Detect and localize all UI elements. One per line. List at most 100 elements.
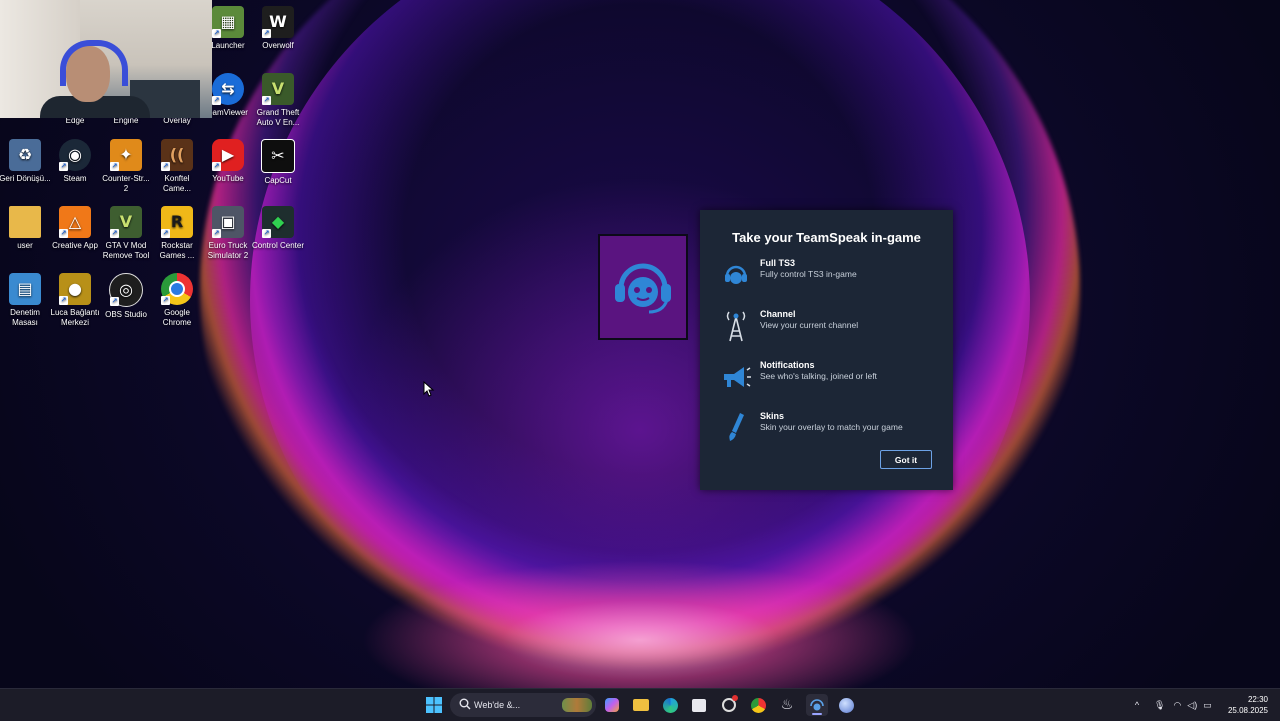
got-it-button[interactable]: Got it bbox=[880, 450, 932, 469]
icon-label: Overwolf bbox=[262, 41, 294, 50]
microphone-icon[interactable]: 🎙 bbox=[1154, 700, 1165, 711]
desktop-icon-overwolf[interactable]: W ↗ Overwolf bbox=[251, 6, 305, 51]
steam-icon: ◉ ↗ bbox=[59, 139, 91, 171]
desktop-icon-rockstar[interactable]: R ↗ Rockstar Games ... bbox=[150, 206, 204, 261]
search-placeholder: Web'de &... bbox=[474, 700, 521, 710]
teamspeak-overlay-logo bbox=[598, 234, 688, 340]
icon-label: Grand Theft Auto V En... bbox=[256, 108, 300, 127]
feature-title: Channel bbox=[760, 309, 796, 319]
system-tray: ^ 🎙 ◠ ◁) ▭ bbox=[1130, 689, 1212, 721]
desktop-icon-control-panel[interactable]: ▤ Denetim Masası bbox=[0, 273, 52, 328]
taskbar-clock[interactable]: 22:30 25.08.2025 bbox=[1228, 694, 1268, 716]
icon-label: Luca Bağlantı Merkezi bbox=[50, 308, 100, 327]
chrome-icon bbox=[750, 697, 766, 713]
globe-icon bbox=[838, 697, 854, 713]
desktop-icon-gta-v[interactable]: V ↗ Grand Theft Auto V En... bbox=[251, 73, 305, 128]
icon-label: Geri Dönüşü... bbox=[0, 174, 51, 183]
start-button[interactable] bbox=[423, 694, 445, 716]
radio-tower-icon bbox=[720, 308, 752, 344]
paintbrush-icon bbox=[720, 410, 752, 446]
battery-icon[interactable]: ▭ bbox=[1203, 700, 1212, 711]
taskbar-store[interactable] bbox=[688, 694, 710, 716]
chevron-up-icon[interactable]: ^ bbox=[1130, 700, 1144, 710]
clock-time: 22:30 bbox=[1247, 695, 1268, 704]
control-panel-icon: ▤ bbox=[9, 273, 41, 305]
teamspeak-icon bbox=[810, 699, 824, 711]
feature-skins: Skins Skin your overlay to match your ga… bbox=[720, 410, 940, 450]
feature-description: View your current channel bbox=[760, 320, 859, 330]
icon-label: Counter-Str... 2 bbox=[102, 174, 150, 193]
desktop-icon-luca[interactable]: ● ↗ Luca Bağlantı Merkezi bbox=[48, 273, 102, 328]
desktop-icon-google-chrome[interactable]: ↗ Google Chrome bbox=[150, 273, 204, 328]
icon-label: GTA V Mod Remove Tool bbox=[102, 241, 150, 260]
gta-mod-tool-icon: V ↗ bbox=[110, 206, 142, 238]
icon-label: Control Center bbox=[251, 241, 305, 250]
taskbar-app-globe[interactable] bbox=[835, 694, 857, 716]
counter-strike-icon: ✦ ↗ bbox=[110, 139, 142, 171]
desktop-icon-youtube[interactable]: ▶ ↗ YouTube bbox=[201, 139, 255, 184]
search-highlight-image bbox=[562, 698, 592, 712]
icon-label: Euro Truck Simulator 2 bbox=[207, 241, 249, 260]
steam-icon: ♨ bbox=[780, 697, 794, 713]
webcam-overlay bbox=[0, 0, 212, 118]
desktop-icon-recycle-bin[interactable]: ♻ Geri Dönüşü... bbox=[0, 139, 52, 184]
popup-title: Take your TeamSpeak in-game bbox=[732, 230, 921, 245]
icon-label: Steam bbox=[63, 174, 87, 183]
gta-v-icon: V ↗ bbox=[262, 73, 294, 105]
taskbar-chrome[interactable] bbox=[747, 694, 769, 716]
desktop-icon-obs-studio[interactable]: ◎ ↗ OBS Studio bbox=[99, 273, 153, 320]
feature-title: Notifications bbox=[760, 360, 815, 370]
headset-icon bbox=[720, 257, 752, 293]
taskbar-search[interactable]: Web'de &... bbox=[450, 693, 596, 717]
teamspeak-ingame-popup: Take your TeamSpeak in-game Full TS3 Ful… bbox=[700, 210, 953, 490]
obs-studio-icon: ◎ ↗ bbox=[109, 273, 143, 307]
edge-icon bbox=[662, 697, 678, 713]
feature-full-ts3: Full TS3 Fully control TS3 in-game bbox=[720, 257, 940, 297]
icon-label: Denetim Masası bbox=[10, 308, 40, 327]
taskbar-steam[interactable]: ♨ bbox=[776, 694, 798, 716]
desktop-icon-user-folder[interactable]: user bbox=[0, 206, 52, 251]
teamspeak-headset-icon bbox=[615, 263, 671, 314]
active-indicator bbox=[812, 713, 822, 715]
feature-channel: Channel View your current channel bbox=[720, 308, 940, 348]
chrome-icon: ↗ bbox=[161, 273, 193, 305]
copilot-icon bbox=[605, 698, 619, 712]
feature-description: Skin your overlay to match your game bbox=[760, 422, 903, 432]
taskbar-teamspeak[interactable] bbox=[806, 694, 828, 716]
konftel-icon: ((↗ bbox=[161, 139, 193, 171]
taskbar-app-notification[interactable] bbox=[718, 694, 740, 716]
recycle-bin-icon: ♻ bbox=[9, 139, 41, 171]
icon-label: user bbox=[17, 241, 33, 250]
launcher-icon: ▦ ↗ bbox=[212, 6, 244, 38]
icon-label: Konftel Came... bbox=[162, 174, 191, 193]
store-icon bbox=[692, 698, 706, 712]
desktop-icon-steam[interactable]: ◉ ↗ Steam bbox=[48, 139, 102, 184]
desktop-icon-gta-mod-remove[interactable]: V ↗ GTA V Mod Remove Tool bbox=[99, 206, 153, 261]
icon-label: OBS Studio bbox=[105, 310, 147, 319]
icon-label: YouTube bbox=[212, 174, 244, 183]
icon-label: Google Chrome bbox=[162, 308, 192, 327]
desktop-icon-control-center[interactable]: ◆ ↗ Control Center bbox=[251, 206, 305, 251]
folder-icon bbox=[633, 699, 649, 711]
desktop-icon-euro-truck[interactable]: ▣ ↗ Euro Truck Simulator 2 bbox=[201, 206, 255, 261]
feature-title: Skins bbox=[760, 411, 785, 421]
taskbar-copilot[interactable] bbox=[601, 694, 623, 716]
desktop-icon-creative-app[interactable]: △ ↗ Creative App bbox=[48, 206, 102, 251]
feature-description: Fully control TS3 in-game bbox=[760, 269, 857, 279]
icon-label: CapCut bbox=[264, 176, 292, 185]
taskbar: Web'de &... ♨ ^ 🎙 ◠ ◁) ▭ 22:30 25.08.202… bbox=[0, 688, 1280, 721]
desktop-icon-counter-strike[interactable]: ✦ ↗ Counter-Str... 2 bbox=[99, 139, 153, 194]
windows-icon bbox=[426, 697, 442, 713]
mouse-cursor-icon bbox=[423, 381, 435, 397]
wifi-icon[interactable]: ◠ bbox=[1173, 700, 1181, 711]
desktop-icon-capcut[interactable]: ✂ CapCut bbox=[251, 139, 305, 186]
euro-truck-icon: ▣ ↗ bbox=[212, 206, 244, 238]
desktop-icon-konftel[interactable]: ((↗ Konftel Came... bbox=[150, 139, 204, 194]
clock-date: 25.08.2025 bbox=[1227, 706, 1268, 715]
feature-notifications: Notifications See who's talking, joined … bbox=[720, 359, 940, 399]
volume-icon[interactable]: ◁) bbox=[1187, 700, 1197, 711]
taskbar-edge[interactable] bbox=[659, 694, 681, 716]
search-icon bbox=[459, 698, 471, 710]
taskbar-file-explorer[interactable] bbox=[630, 694, 652, 716]
megaphone-icon bbox=[720, 359, 752, 395]
